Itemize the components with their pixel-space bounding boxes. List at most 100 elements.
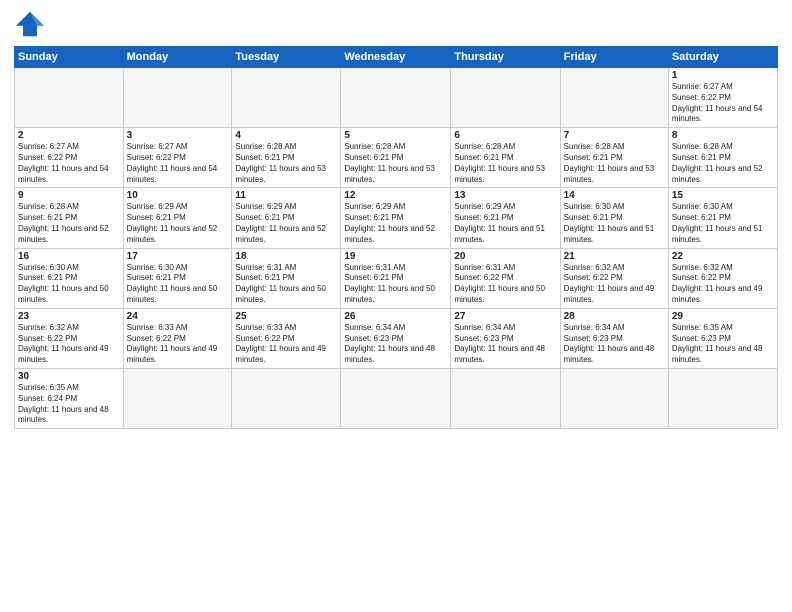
day-info: Sunrise: 6:30 AMSunset: 6:21 PMDaylight:… xyxy=(127,263,229,306)
day-number: 16 xyxy=(18,251,120,262)
day-number: 27 xyxy=(454,311,556,322)
day-number: 9 xyxy=(18,190,120,201)
day-info: Sunrise: 6:32 AMSunset: 6:22 PMDaylight:… xyxy=(18,323,120,366)
calendar-cell: 26Sunrise: 6:34 AMSunset: 6:23 PMDayligh… xyxy=(341,308,451,368)
calendar-cell xyxy=(232,368,341,428)
calendar-dow-sunday: Sunday xyxy=(15,47,124,68)
day-info: Sunrise: 6:29 AMSunset: 6:21 PMDaylight:… xyxy=(454,202,556,245)
calendar-cell xyxy=(668,368,777,428)
calendar-cell: 18Sunrise: 6:31 AMSunset: 6:21 PMDayligh… xyxy=(232,248,341,308)
calendar-cell xyxy=(123,368,232,428)
calendar-cell: 7Sunrise: 6:28 AMSunset: 6:21 PMDaylight… xyxy=(560,128,668,188)
day-number: 4 xyxy=(235,130,337,141)
day-number: 1 xyxy=(672,70,774,81)
day-info: Sunrise: 6:28 AMSunset: 6:21 PMDaylight:… xyxy=(564,142,665,185)
day-info: Sunrise: 6:31 AMSunset: 6:22 PMDaylight:… xyxy=(454,263,556,306)
day-info: Sunrise: 6:30 AMSunset: 6:21 PMDaylight:… xyxy=(672,202,774,245)
day-info: Sunrise: 6:34 AMSunset: 6:23 PMDaylight:… xyxy=(454,323,556,366)
day-info: Sunrise: 6:34 AMSunset: 6:23 PMDaylight:… xyxy=(344,323,447,366)
calendar-cell: 1Sunrise: 6:27 AMSunset: 6:22 PMDaylight… xyxy=(668,68,777,128)
calendar-week-5: 30Sunrise: 6:35 AMSunset: 6:24 PMDayligh… xyxy=(15,368,778,428)
calendar-week-4: 23Sunrise: 6:32 AMSunset: 6:22 PMDayligh… xyxy=(15,308,778,368)
calendar-cell xyxy=(15,68,124,128)
calendar-cell: 11Sunrise: 6:29 AMSunset: 6:21 PMDayligh… xyxy=(232,188,341,248)
day-info: Sunrise: 6:29 AMSunset: 6:21 PMDaylight:… xyxy=(344,202,447,245)
calendar-cell: 4Sunrise: 6:28 AMSunset: 6:21 PMDaylight… xyxy=(232,128,341,188)
day-info: Sunrise: 6:30 AMSunset: 6:21 PMDaylight:… xyxy=(18,263,120,306)
day-info: Sunrise: 6:33 AMSunset: 6:22 PMDaylight:… xyxy=(235,323,337,366)
day-info: Sunrise: 6:27 AMSunset: 6:22 PMDaylight:… xyxy=(672,82,774,125)
page: SundayMondayTuesdayWednesdayThursdayFrid… xyxy=(0,0,792,612)
calendar-cell: 10Sunrise: 6:29 AMSunset: 6:21 PMDayligh… xyxy=(123,188,232,248)
calendar-cell: 3Sunrise: 6:27 AMSunset: 6:22 PMDaylight… xyxy=(123,128,232,188)
day-info: Sunrise: 6:35 AMSunset: 6:23 PMDaylight:… xyxy=(672,323,774,366)
day-number: 20 xyxy=(454,251,556,262)
day-info: Sunrise: 6:31 AMSunset: 6:21 PMDaylight:… xyxy=(235,263,337,306)
calendar-dow-monday: Monday xyxy=(123,47,232,68)
day-number: 6 xyxy=(454,130,556,141)
calendar-week-0: 1Sunrise: 6:27 AMSunset: 6:22 PMDaylight… xyxy=(15,68,778,128)
calendar-cell: 21Sunrise: 6:32 AMSunset: 6:22 PMDayligh… xyxy=(560,248,668,308)
day-info: Sunrise: 6:34 AMSunset: 6:23 PMDaylight:… xyxy=(564,323,665,366)
day-number: 11 xyxy=(235,190,337,201)
day-number: 21 xyxy=(564,251,665,262)
day-info: Sunrise: 6:28 AMSunset: 6:21 PMDaylight:… xyxy=(454,142,556,185)
calendar-cell: 13Sunrise: 6:29 AMSunset: 6:21 PMDayligh… xyxy=(451,188,560,248)
calendar-cell: 29Sunrise: 6:35 AMSunset: 6:23 PMDayligh… xyxy=(668,308,777,368)
day-number: 2 xyxy=(18,130,120,141)
day-number: 13 xyxy=(454,190,556,201)
logo xyxy=(14,10,50,38)
calendar-cell: 28Sunrise: 6:34 AMSunset: 6:23 PMDayligh… xyxy=(560,308,668,368)
calendar-dow-friday: Friday xyxy=(560,47,668,68)
day-number: 24 xyxy=(127,311,229,322)
day-info: Sunrise: 6:28 AMSunset: 6:21 PMDaylight:… xyxy=(235,142,337,185)
calendar-cell: 8Sunrise: 6:28 AMSunset: 6:21 PMDaylight… xyxy=(668,128,777,188)
day-info: Sunrise: 6:33 AMSunset: 6:22 PMDaylight:… xyxy=(127,323,229,366)
day-number: 3 xyxy=(127,130,229,141)
calendar-cell: 30Sunrise: 6:35 AMSunset: 6:24 PMDayligh… xyxy=(15,368,124,428)
calendar-cell: 16Sunrise: 6:30 AMSunset: 6:21 PMDayligh… xyxy=(15,248,124,308)
day-info: Sunrise: 6:27 AMSunset: 6:22 PMDaylight:… xyxy=(127,142,229,185)
calendar-cell: 2Sunrise: 6:27 AMSunset: 6:22 PMDaylight… xyxy=(15,128,124,188)
calendar-week-1: 2Sunrise: 6:27 AMSunset: 6:22 PMDaylight… xyxy=(15,128,778,188)
calendar-cell: 22Sunrise: 6:32 AMSunset: 6:22 PMDayligh… xyxy=(668,248,777,308)
calendar-header-row: SundayMondayTuesdayWednesdayThursdayFrid… xyxy=(15,47,778,68)
calendar-dow-wednesday: Wednesday xyxy=(341,47,451,68)
calendar-cell xyxy=(560,68,668,128)
day-info: Sunrise: 6:28 AMSunset: 6:21 PMDaylight:… xyxy=(672,142,774,185)
calendar-week-3: 16Sunrise: 6:30 AMSunset: 6:21 PMDayligh… xyxy=(15,248,778,308)
day-number: 8 xyxy=(672,130,774,141)
day-number: 15 xyxy=(672,190,774,201)
calendar-cell xyxy=(560,368,668,428)
day-info: Sunrise: 6:27 AMSunset: 6:22 PMDaylight:… xyxy=(18,142,120,185)
calendar-cell: 15Sunrise: 6:30 AMSunset: 6:21 PMDayligh… xyxy=(668,188,777,248)
day-info: Sunrise: 6:29 AMSunset: 6:21 PMDaylight:… xyxy=(235,202,337,245)
calendar-dow-saturday: Saturday xyxy=(668,47,777,68)
day-number: 26 xyxy=(344,311,447,322)
day-info: Sunrise: 6:29 AMSunset: 6:21 PMDaylight:… xyxy=(127,202,229,245)
calendar-cell: 17Sunrise: 6:30 AMSunset: 6:21 PMDayligh… xyxy=(123,248,232,308)
day-info: Sunrise: 6:30 AMSunset: 6:21 PMDaylight:… xyxy=(564,202,665,245)
calendar-cell xyxy=(341,368,451,428)
calendar-cell: 9Sunrise: 6:28 AMSunset: 6:21 PMDaylight… xyxy=(15,188,124,248)
calendar-cell: 19Sunrise: 6:31 AMSunset: 6:21 PMDayligh… xyxy=(341,248,451,308)
day-info: Sunrise: 6:28 AMSunset: 6:21 PMDaylight:… xyxy=(344,142,447,185)
calendar-cell: 24Sunrise: 6:33 AMSunset: 6:22 PMDayligh… xyxy=(123,308,232,368)
day-number: 14 xyxy=(564,190,665,201)
calendar-cell: 14Sunrise: 6:30 AMSunset: 6:21 PMDayligh… xyxy=(560,188,668,248)
calendar-cell: 5Sunrise: 6:28 AMSunset: 6:21 PMDaylight… xyxy=(341,128,451,188)
day-info: Sunrise: 6:32 AMSunset: 6:22 PMDaylight:… xyxy=(564,263,665,306)
logo-icon xyxy=(14,10,46,38)
calendar-cell xyxy=(123,68,232,128)
day-number: 25 xyxy=(235,311,337,322)
day-info: Sunrise: 6:32 AMSunset: 6:22 PMDaylight:… xyxy=(672,263,774,306)
calendar-dow-tuesday: Tuesday xyxy=(232,47,341,68)
calendar-cell: 25Sunrise: 6:33 AMSunset: 6:22 PMDayligh… xyxy=(232,308,341,368)
calendar-cell xyxy=(341,68,451,128)
day-info: Sunrise: 6:31 AMSunset: 6:21 PMDaylight:… xyxy=(344,263,447,306)
calendar-cell xyxy=(451,68,560,128)
day-number: 5 xyxy=(344,130,447,141)
day-number: 12 xyxy=(344,190,447,201)
calendar-table: SundayMondayTuesdayWednesdayThursdayFrid… xyxy=(14,46,778,429)
day-number: 18 xyxy=(235,251,337,262)
